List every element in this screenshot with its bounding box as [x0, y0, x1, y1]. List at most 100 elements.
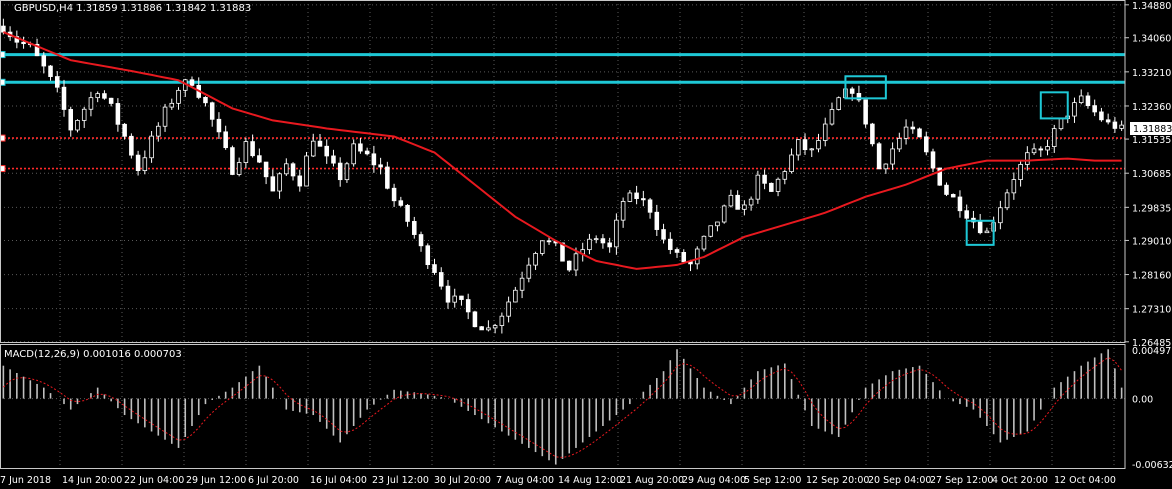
candle-body: [829, 109, 835, 125]
x-tick-label: 14 Jun 20:00: [62, 475, 122, 486]
candle-body: [250, 141, 255, 157]
candle-body: [284, 163, 289, 175]
x-tick-label: 29 Jun 12:00: [186, 475, 246, 486]
chart-title: GBPUSD,H4 1.31859 1.31886 1.31842 1.3188…: [14, 3, 251, 14]
candle-body: [822, 123, 828, 141]
candle-body: [176, 89, 181, 104]
candle-body: [533, 253, 538, 266]
x-tick-label: 29 Aug 04:00: [682, 475, 746, 486]
candle-body: [816, 140, 821, 150]
macd-title: MACD(12,26,9) 0.001016 0.000703: [4, 349, 182, 360]
candle-body: [789, 154, 794, 172]
candle-body: [391, 187, 397, 202]
horizontal-levels[interactable]: [0, 51, 1125, 173]
candle-body: [526, 264, 532, 279]
candle-body: [748, 198, 754, 206]
candle-body: [573, 253, 579, 271]
candle-body: [223, 131, 228, 149]
candle-body: [1119, 124, 1124, 129]
candle-body: [715, 221, 720, 227]
candle-body: [135, 154, 141, 172]
candle-body: [465, 299, 471, 313]
candle-body: [654, 211, 660, 230]
candle-body: [566, 260, 572, 271]
ma-line: [3, 31, 1122, 270]
candle-body: [378, 164, 383, 168]
candles: [1, 18, 1124, 334]
y-tick-label: 1.29835: [1132, 203, 1171, 214]
y-tick-label: 1.34880: [1132, 1, 1171, 12]
candle-body: [870, 123, 875, 145]
x-tick-label: 12 Oct 04:00: [1054, 475, 1116, 486]
candle-body: [149, 135, 154, 159]
candle-body: [405, 204, 410, 222]
candle-body: [930, 151, 936, 169]
candle-body: [944, 184, 949, 195]
price-axis: 1.34880 1.34060 1.33210 1.32360 1.31535 1.306…: [1125, 1, 1171, 349]
x-tick-label: 4 Oct 20:00: [992, 475, 1048, 486]
candle-body: [614, 219, 619, 248]
candle-body: [897, 137, 902, 150]
candle-body: [297, 175, 303, 187]
candle-body: [641, 198, 646, 201]
macd-axis: 0.004977 0.00 -0.006329: [1132, 346, 1172, 471]
candle-body: [499, 315, 505, 326]
candle-body: [492, 325, 498, 329]
candle-body: [479, 326, 484, 331]
candle-body: [68, 109, 74, 131]
x-tick-label: 16 Jul 04:00: [310, 475, 367, 486]
y-tick-label: 1.28160: [1132, 271, 1171, 282]
candle-body: [950, 194, 956, 198]
chart-canvas: 1.34880 1.34060 1.33210 1.32360 1.31535 1.306…: [0, 0, 1172, 486]
y-tick-label: 1.33210: [1132, 68, 1171, 79]
candle-body: [122, 123, 127, 137]
candle-body: [41, 55, 47, 67]
candle-body: [81, 108, 87, 121]
candle-body: [162, 106, 168, 127]
candle-body: [742, 204, 747, 210]
candle-body: [910, 126, 916, 130]
candle-body: [257, 155, 262, 163]
y-tick-label: 1.32360: [1132, 102, 1171, 113]
candle-body: [964, 210, 969, 219]
candle-body: [263, 161, 269, 178]
x-tick-label: 7 Jun 2018: [0, 475, 51, 486]
candle-body: [277, 173, 282, 192]
y-tick-label: 1.30685: [1132, 169, 1171, 180]
candle-body: [506, 301, 511, 317]
candle-body: [432, 264, 437, 273]
current-price-label: 1.31883: [1133, 124, 1172, 135]
current-price-tag: 1.31883: [1130, 122, 1172, 135]
candle-body: [1045, 146, 1050, 151]
candle-body: [984, 230, 990, 234]
x-tick-label: 30 Jul 20:00: [434, 475, 491, 486]
candle-body: [21, 41, 26, 45]
candle-body: [876, 143, 882, 170]
candle-body: [317, 140, 323, 147]
candle-body: [540, 240, 545, 254]
candle-body: [917, 128, 922, 138]
macd-tick-label: -0.006329: [1132, 460, 1172, 471]
candle-body: [627, 192, 633, 202]
x-tick-label: 5 Sep 12:00: [744, 475, 801, 486]
candle-body: [809, 148, 815, 151]
candle-body: [169, 102, 175, 108]
candle-body: [425, 245, 431, 266]
candle-body: [459, 295, 464, 300]
candle-body: [647, 199, 653, 213]
candle-body: [977, 221, 983, 234]
x-tick-label: 14 Aug 12:00: [558, 475, 622, 486]
y-tick-label: 1.29010: [1132, 236, 1171, 247]
candle-body: [445, 285, 451, 303]
candle-body: [782, 171, 788, 180]
candle-body: [924, 136, 929, 153]
candle-body: [209, 102, 215, 120]
candle-body: [452, 295, 457, 303]
candle-body: [364, 150, 370, 155]
candle-body: [203, 97, 208, 104]
candle-body: [270, 176, 276, 192]
y-tick-label: 1.34060: [1132, 34, 1171, 45]
candle-body: [108, 97, 114, 104]
candle-body: [593, 238, 599, 241]
x-tick-label: 7 Aug 04:00: [496, 475, 554, 486]
